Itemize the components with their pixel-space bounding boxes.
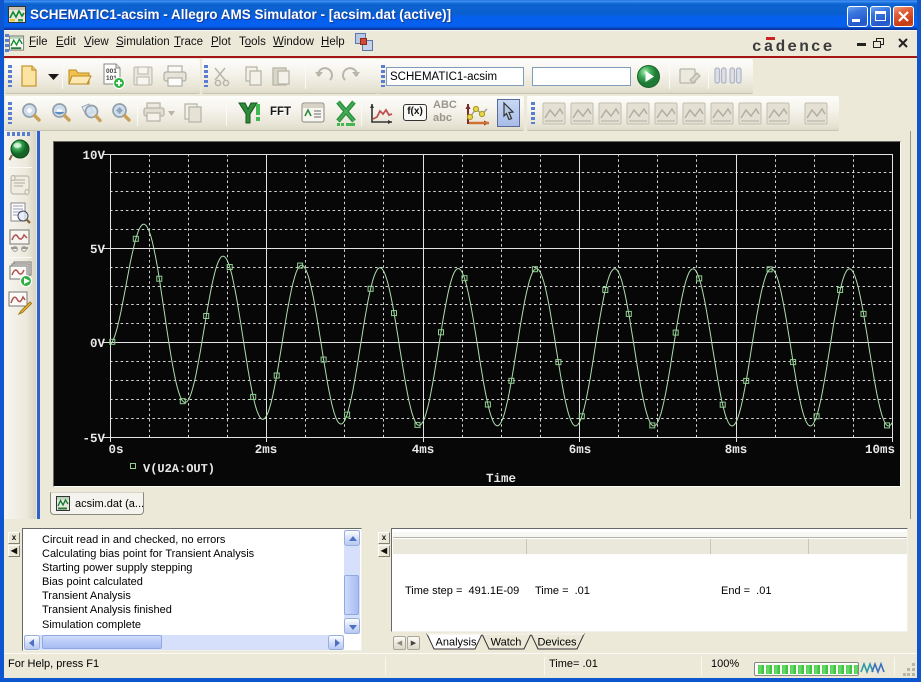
- svg-text:0V: 0V: [90, 337, 106, 351]
- svg-text:0s: 0s: [108, 443, 123, 457]
- svg-text:6ms: 6ms: [569, 443, 592, 457]
- svg-text:-5V: -5V: [82, 432, 105, 446]
- svg-text:2ms: 2ms: [255, 443, 278, 457]
- svg-text:8ms: 8ms: [725, 443, 748, 457]
- svg-text:4ms: 4ms: [412, 443, 435, 457]
- svg-text:Watch: Watch: [491, 637, 522, 649]
- svg-text:V(U2A:OUT): V(U2A:OUT): [143, 462, 215, 476]
- svg-text:10V: 10V: [82, 149, 105, 163]
- svg-text:Time: Time: [486, 472, 516, 486]
- svg-text:Devices: Devices: [537, 637, 577, 649]
- svg-text:Analysis: Analysis: [436, 637, 477, 649]
- svg-text:5V: 5V: [90, 243, 106, 257]
- svg-text:001: 001: [106, 68, 117, 75]
- svg-text:10ms: 10ms: [865, 443, 895, 457]
